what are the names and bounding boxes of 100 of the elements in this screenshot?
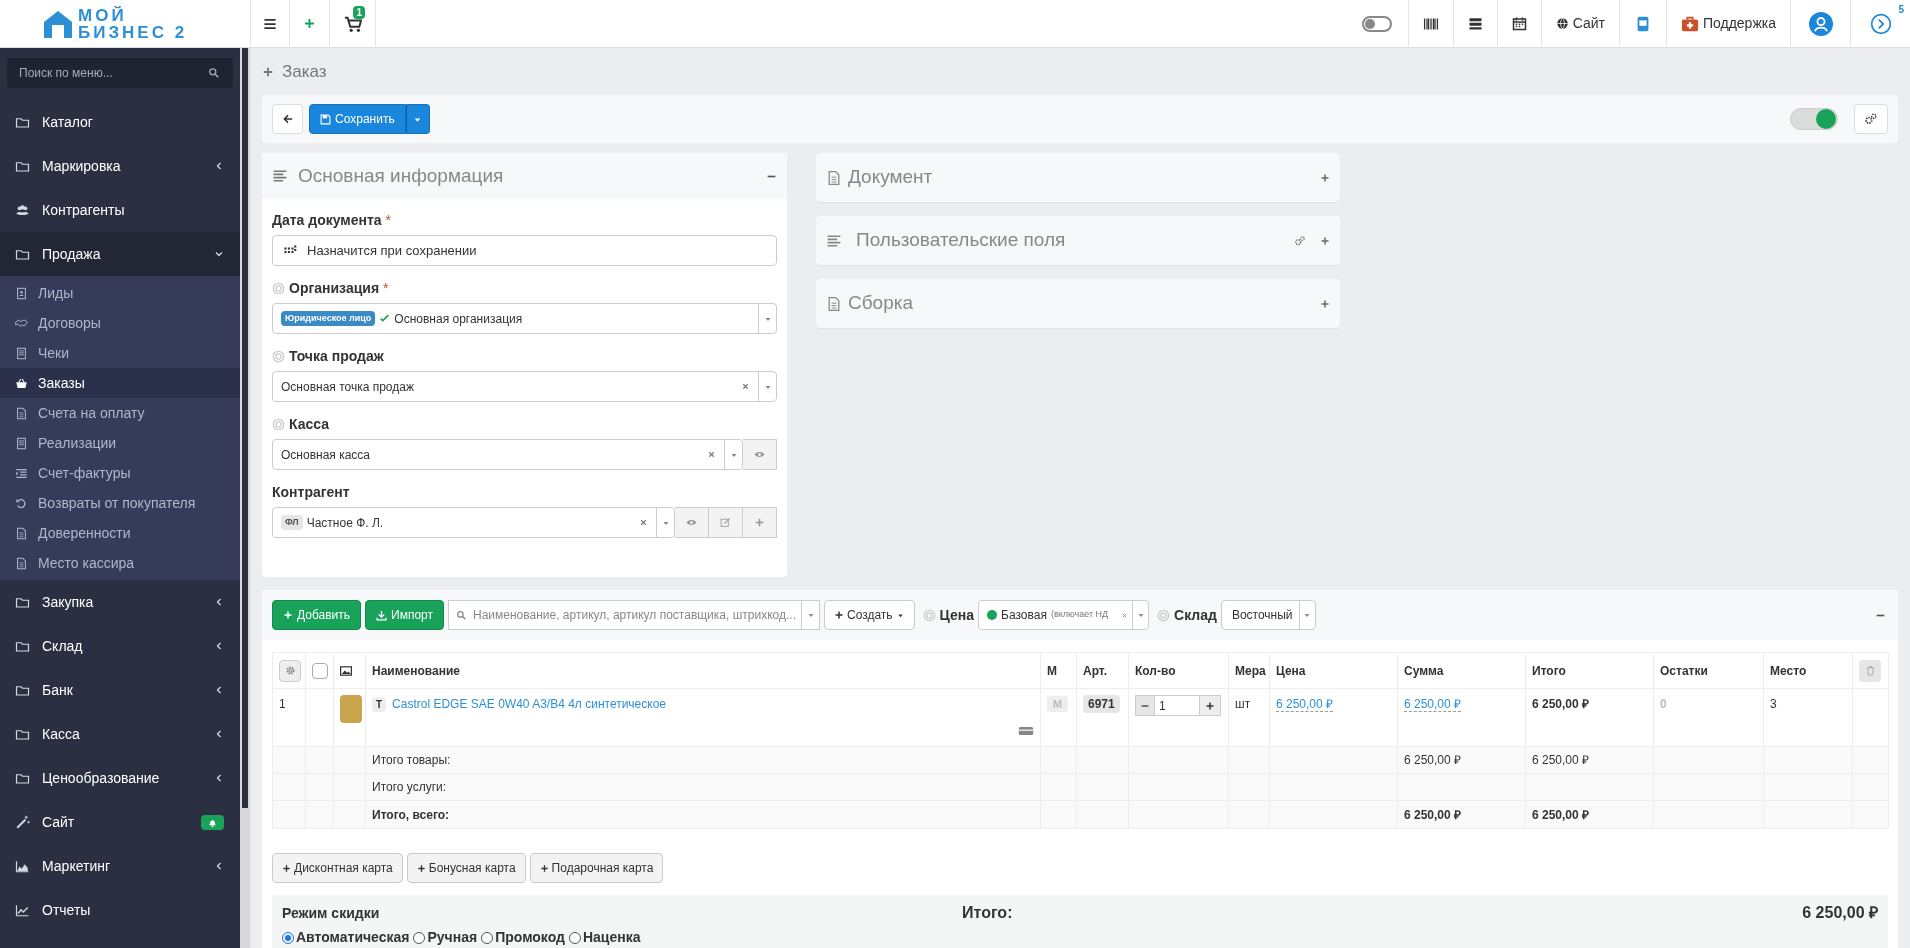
active-toggle[interactable] — [1790, 108, 1838, 130]
discount-mode-radio[interactable]: Ручная — [413, 927, 478, 948]
expand-button[interactable] — [1320, 172, 1330, 183]
expand-button[interactable] — [1320, 235, 1330, 246]
discount-mode-radio[interactable]: Промокод — [481, 927, 565, 948]
menu-button[interactable] — [250, 0, 290, 48]
sidebar-item[interactable]: Ценообразование — [0, 756, 240, 800]
discount-mode-radio[interactable]: Автоматическая — [282, 927, 410, 948]
sidebar-item[interactable]: Касса — [0, 712, 240, 756]
sum-link[interactable]: 6 250,00 ₽ — [1404, 697, 1462, 712]
stock-text: 0 — [1660, 697, 1667, 711]
view-button[interactable] — [743, 439, 777, 470]
cart-icon — [343, 14, 362, 33]
warehouse-label: Склад — [1174, 605, 1217, 625]
chevron-icon — [214, 641, 224, 651]
discount-mode-radio[interactable]: Наценка — [568, 927, 641, 948]
sidebar-subitem[interactable]: Чеки — [0, 338, 240, 368]
date-field[interactable]: Назначится при сохранении — [272, 235, 777, 266]
warehouse-select[interactable]: Восточный — [1220, 600, 1316, 630]
receipt-icon — [14, 346, 28, 360]
gears-icon — [1294, 234, 1306, 247]
sidebar-item[interactable]: Банк — [0, 668, 240, 712]
product-link[interactable]: Castrol EDGE SAE 0W40 A3/B4 4л синтетическое — [392, 695, 667, 713]
card-button[interactable]: Подарочная карта — [529, 853, 664, 883]
table-settings-button[interactable] — [279, 659, 301, 682]
increase-button[interactable] — [1199, 695, 1221, 716]
select-field[interactable]: Юридическое лицо Основная организация — [272, 303, 777, 334]
lifebuoy-icon — [1157, 608, 1171, 622]
plus-icon — [1320, 235, 1330, 246]
sidebar-item[interactable]: Сайт — [0, 800, 240, 844]
globe-icon — [1555, 17, 1569, 30]
trash-icon — [1864, 665, 1876, 676]
sidebar-subitem[interactable]: Место кассира — [0, 548, 240, 578]
card-button[interactable]: Бонусная карта — [406, 853, 526, 883]
sidebar-item[interactable]: Закупка — [0, 580, 240, 624]
list-lines-icon — [826, 232, 842, 249]
sidebar-item[interactable]: Маркетинг — [0, 844, 240, 888]
plus-icon — [262, 65, 274, 78]
create-dropdown-button[interactable]: Создать — [824, 600, 915, 630]
logo-text: МОЙ — [78, 6, 128, 24]
field-label: Касса — [289, 414, 330, 434]
sidebar-item[interactable]: Продажа — [0, 232, 240, 276]
sidebar-subitem[interactable]: Лиды — [0, 278, 240, 308]
sidebar-subitem[interactable]: Реализации — [0, 428, 240, 458]
sidebar-item[interactable]: Отчеты — [0, 888, 240, 932]
back-button[interactable] — [272, 104, 303, 134]
chevron-icon — [214, 161, 224, 171]
totals-label: Итого товары: — [372, 753, 451, 767]
decrease-button[interactable] — [1135, 695, 1155, 716]
document-icon — [826, 295, 842, 312]
article-badge: 6971 — [1083, 695, 1120, 713]
select-field[interactable]: ФЛ Частное Ф. Л. — [272, 507, 675, 538]
select-field[interactable]: Основная точка продаж — [272, 371, 777, 402]
lifebuoy-icon — [922, 608, 936, 622]
sidebar-item[interactable]: Склад — [0, 624, 240, 668]
price-select[interactable]: Базовая (включает НД — [978, 600, 1150, 630]
sidebar-item[interactable]: Маркировка — [0, 144, 240, 188]
required-mark: * — [383, 278, 389, 298]
sidebar-subitem[interactable]: Доверенности — [0, 518, 240, 548]
menu-search-field[interactable]: Поиск по меню... — [7, 58, 233, 88]
card-button[interactable]: Дисконтная карта — [272, 853, 403, 883]
unit-text: шт — [1235, 697, 1251, 711]
delete-button[interactable] — [1859, 659, 1881, 682]
settings-button[interactable] — [1854, 104, 1888, 134]
support-link[interactable]: Поддержка — [1665, 0, 1790, 48]
undo-icon — [14, 496, 28, 510]
required-mark: * — [385, 210, 392, 230]
select-field[interactable]: Основная касса — [272, 439, 743, 470]
document-icon — [14, 556, 28, 570]
sidebar-item[interactable]: Каталог — [0, 100, 240, 144]
price-label: Цена — [939, 605, 975, 625]
logo-text: БИЗНЕС 2 — [78, 23, 188, 41]
site-link[interactable]: Сайт — [1540, 0, 1619, 48]
sidebar-subitem[interactable]: Счета на оплату — [0, 398, 240, 428]
plus-icon — [754, 517, 765, 528]
sidebar-item[interactable]: Контрагенты — [0, 188, 240, 232]
product-search-field[interactable]: Наименование, артикул, артикул поставщика, штрихкод... — [448, 600, 802, 630]
save-options-button[interactable] — [405, 104, 430, 134]
dropdown-toggle[interactable] — [802, 600, 820, 630]
sidebar-subitem[interactable]: Договоры — [0, 308, 240, 338]
plus-icon — [1205, 700, 1215, 711]
sidebar-subitem[interactable]: Возвраты от покупателя — [0, 488, 240, 518]
expand-button[interactable] — [1320, 298, 1330, 309]
select-all-checkbox[interactable] — [312, 662, 328, 679]
updates-button[interactable]: 5 — [1850, 0, 1910, 48]
server-icon — [1467, 16, 1483, 31]
panel-title: Основная информация — [298, 163, 505, 188]
first-aid-kit-icon — [1680, 14, 1699, 33]
price-link[interactable]: 6 250,00 ₽ — [1276, 697, 1334, 712]
eye-icon — [754, 449, 765, 460]
document-icon — [826, 169, 842, 186]
chevron-icon — [214, 249, 224, 259]
view-button[interactable] — [675, 507, 709, 538]
download-icon — [376, 609, 388, 621]
sidebar-subitem[interactable]: Заказы — [0, 368, 240, 398]
save-button[interactable]: Сохранить — [309, 104, 406, 134]
mode-toggle[interactable] — [1361, 15, 1392, 32]
sidebar-subitem[interactable]: Счет-фактуры — [0, 458, 240, 488]
panel-settings-button[interactable] — [1294, 234, 1306, 247]
column-header: Мера — [1235, 663, 1266, 678]
